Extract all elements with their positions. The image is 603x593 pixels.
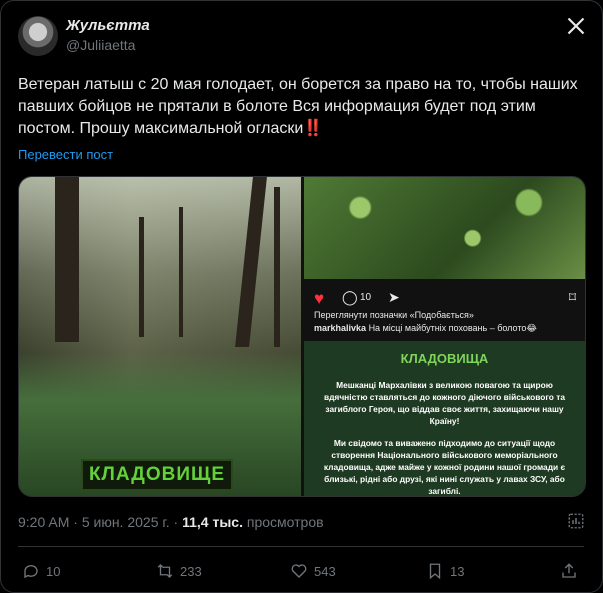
heart-icon: ♥ xyxy=(314,289,325,308)
comment-count: 10 xyxy=(360,292,372,303)
comment-icon: ◯ xyxy=(342,289,358,305)
send-icon: ➤ xyxy=(388,289,400,305)
post-media[interactable]: КЛАДОВИЩЕ ♥ ◯ 10 ➤ ⌑ Переглянути позначк… xyxy=(18,176,586,497)
reply-button[interactable]: 10 xyxy=(22,562,60,580)
like-count: 543 xyxy=(314,563,336,579)
avatar[interactable] xyxy=(18,16,58,56)
instagram-post-screenshot: ♥ ◯ 10 ➤ ⌑ Переглянути позначки «Подобає… xyxy=(304,279,585,341)
view-count: 11,4 тыс. xyxy=(182,514,243,530)
caption-user: markhalivka xyxy=(314,323,367,333)
post-time[interactable]: 9:20 AM xyxy=(18,514,69,530)
like-icon xyxy=(291,564,307,578)
notice-para1: Мешканці Мархалівки з великою повагою та… xyxy=(323,380,566,426)
cemetery-label-text: КЛАДОВИЩЕ xyxy=(88,464,226,485)
repost-button[interactable]: 233 xyxy=(156,562,202,580)
post-header: Жульєтта @Juliiaetta xyxy=(18,14,588,58)
bookmark-icon: ⌑ xyxy=(568,289,576,305)
post-meta: 9:20 AM · 5 июн. 2025 г. · 11,4 тыс. про… xyxy=(18,514,324,530)
caption: markhalivka На місці майбутніх поховань … xyxy=(314,323,537,334)
bookmark-count: 13 xyxy=(450,563,465,579)
author-handle[interactable]: @Juliiaetta xyxy=(66,37,135,53)
bookmark-button[interactable]: 13 xyxy=(426,562,464,580)
like-button[interactable]: 543 xyxy=(290,562,336,580)
bookmark-icon xyxy=(429,563,441,580)
cemetery-label: КЛАДОВИЩЕ xyxy=(81,459,233,491)
post-date[interactable]: 5 июн. 2025 г. xyxy=(82,514,170,530)
repost-count: 233 xyxy=(180,563,202,579)
share-icon xyxy=(562,563,576,578)
notice-title: КЛАДОВИЩА xyxy=(400,351,489,366)
swamp-photo[interactable]: КЛАДОВИЩЕ xyxy=(19,177,301,496)
x-logo-icon xyxy=(567,17,585,35)
share-button[interactable] xyxy=(560,562,578,580)
reply-icon xyxy=(24,565,38,579)
action-bar: 10 233 543 13 xyxy=(18,562,584,586)
repost-icon xyxy=(157,564,173,578)
reply-count: 10 xyxy=(46,563,61,579)
divider xyxy=(18,546,584,547)
post-text: Ветеран латыш с 20 мая голодает, он боре… xyxy=(18,76,578,137)
notice-para2: Ми свідомо та виважено підходимо до ситу… xyxy=(323,438,566,496)
analytics-icon[interactable] xyxy=(567,512,585,530)
likes-text: Переглянути позначки «Подобається» xyxy=(314,310,474,320)
caption-text: На місці майбутніх поховань – болото😂 xyxy=(368,323,537,333)
views-label: просмотров xyxy=(246,514,324,530)
translate-link[interactable]: Перевести пост xyxy=(18,147,113,162)
author-name[interactable]: Жульєтта xyxy=(66,17,150,34)
duckweed-photo[interactable] xyxy=(304,177,585,279)
notice-image[interactable]: КЛАДОВИЩА Мешканці Мархалівки з великою … xyxy=(304,341,585,496)
